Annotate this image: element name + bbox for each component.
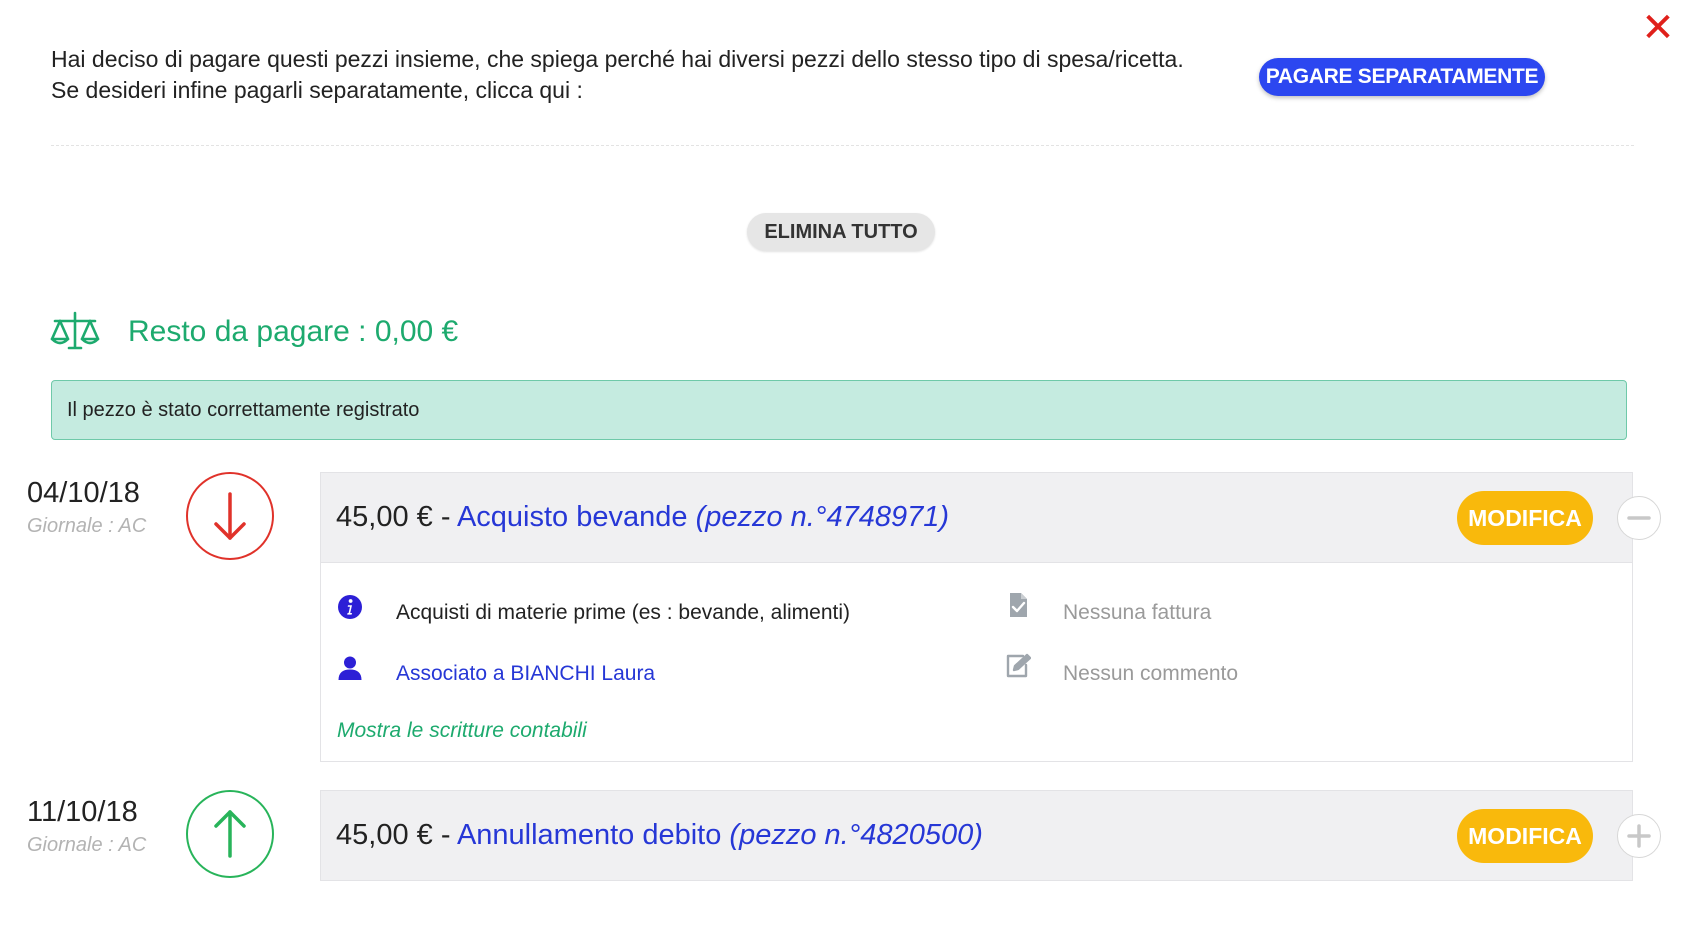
entry-details: Acquisti di materie prime (es : bevande,…	[320, 563, 1633, 762]
balance-scale-icon	[50, 311, 100, 351]
entry-separator: -	[432, 819, 457, 851]
intro-line-2: Se desideri infine pagarli separatamente…	[51, 77, 583, 103]
expand-plus-icon[interactable]	[1617, 814, 1661, 858]
info-icon	[337, 594, 363, 620]
arrow-up-icon	[186, 790, 274, 878]
delete-all-button[interactable]: ELIMINA TUTTO	[747, 213, 935, 251]
invoice-status: Nessuna fattura	[1063, 601, 1212, 624]
entry-reference: (pezzo n.°4820500)	[729, 819, 983, 851]
divider	[51, 145, 1634, 146]
arrow-down-icon	[186, 472, 274, 560]
entry-card-header: 45,00 € - Annullamento debito (pezzo n.°…	[320, 790, 1661, 881]
entry-amount: 45,00 €	[336, 501, 433, 533]
entry-separator: -	[432, 501, 457, 533]
edit-comment-icon	[1005, 653, 1032, 679]
pay-separately-button[interactable]: PAGARE SEPARATAMENTE	[1259, 58, 1545, 96]
entry-amount: 45,00 €	[336, 819, 433, 851]
invoice-document-icon	[1005, 592, 1031, 618]
modify-button[interactable]: MODIFICA	[1457, 491, 1593, 545]
entry-date: 04/10/18	[27, 477, 140, 509]
entry-description-link[interactable]: Acquisto bevande	[457, 501, 688, 533]
entry-journal: Giornale : AC	[27, 834, 147, 856]
entry-title: 45,00 € - Acquisto bevande (pezzo n.°474…	[336, 473, 949, 562]
entry-journal: Giornale : AC	[27, 515, 147, 537]
close-icon[interactable]: ✕	[1636, 6, 1680, 50]
show-accounting-entries-link[interactable]: Mostra le scritture contabili	[337, 718, 587, 744]
entry-card-header: 45,00 € - Acquisto bevande (pezzo n.°474…	[320, 472, 1661, 563]
user-icon	[337, 655, 363, 681]
entry-reference: (pezzo n.°4748971)	[695, 501, 950, 533]
entry-date: 11/10/18	[27, 796, 138, 828]
entry-title: 45,00 € - Annullamento debito (pezzo n.°…	[336, 791, 983, 880]
modify-button[interactable]: MODIFICA	[1457, 809, 1593, 863]
comment-status: Nessun commento	[1063, 662, 1239, 685]
success-alert: Il pezzo è stato correttamente registrat…	[51, 380, 1627, 440]
intro-text: Hai deciso di pagare questi pezzi insiem…	[51, 44, 1231, 106]
associated-person-link[interactable]: Associato a BIANCHI Laura	[396, 661, 655, 687]
entry-category: Acquisti di materie prime (es : bevande,…	[396, 601, 851, 624]
collapse-minus-icon[interactable]	[1617, 496, 1661, 540]
entry-description-link[interactable]: Annullamento debito	[457, 819, 721, 851]
intro-line-1: Hai deciso di pagare questi pezzi insiem…	[51, 46, 1184, 72]
remaining-balance: Resto da pagare : 0,00 €	[128, 315, 459, 348]
